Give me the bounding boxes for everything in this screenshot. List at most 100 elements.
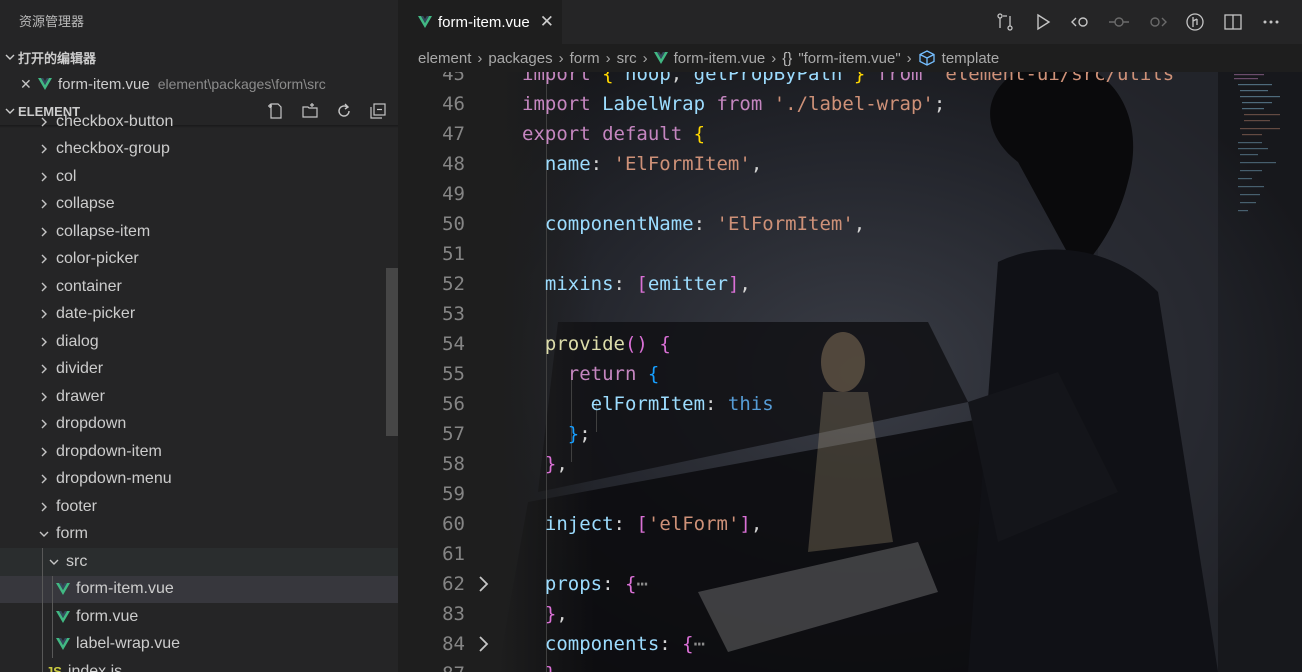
code-line: }, (522, 659, 1302, 672)
tree-file[interactable]: JS index.js (0, 658, 398, 672)
go-back-icon[interactable] (1070, 11, 1092, 33)
tree-folder[interactable]: dialog (0, 328, 398, 356)
tab-form-item[interactable]: form-item.vue ✕ (398, 0, 562, 44)
indent-guide (42, 658, 43, 672)
code-line: components: {⋯ (544, 633, 706, 655)
tree-file[interactable]: label-wrap.vue (0, 630, 398, 658)
tree-item-label: form.vue (76, 607, 139, 625)
cube-icon (919, 50, 935, 66)
tree-folder[interactable]: dropdown-menu (0, 466, 398, 494)
compare-changes-icon[interactable] (994, 11, 1016, 33)
breadcrumb: element › packages › form › src › form-i… (398, 44, 1302, 72)
chevron-right-icon: › (771, 49, 777, 67)
code-lines: import { noop, getPropByPath } from 'ele… (522, 72, 1302, 672)
fold-chevron-icon[interactable] (476, 629, 490, 659)
tree-folder[interactable]: col (0, 163, 398, 191)
editor-scrollbar[interactable] (1288, 72, 1302, 672)
code-line: import LabelWrap from './label-wrap'; (522, 93, 946, 115)
open-editors-label: 打开的编辑器 (18, 50, 97, 66)
breadcrumb-template[interactable]: template (942, 50, 1000, 67)
tree-item-label: dropdown-item (56, 442, 162, 460)
tree-folder[interactable]: color-picker (0, 246, 398, 274)
open-editor-path: element\packages\form\src (157, 76, 326, 92)
line-number: 52 (442, 273, 465, 295)
tree-item-label: drawer (56, 387, 105, 405)
chevron-right-icon: › (906, 49, 912, 67)
chevron-right-icon (36, 143, 52, 155)
breadcrumb-symbol[interactable]: "form-item.vue" (798, 50, 900, 67)
line-number: 48 (442, 153, 465, 175)
fold-chevron-icon[interactable] (476, 569, 490, 599)
sidebar-scrollbar[interactable] (386, 268, 398, 436)
tree-folder[interactable]: dropdown (0, 411, 398, 439)
open-editor-name: form-item.vue (58, 75, 150, 93)
code-line: }; (567, 423, 591, 445)
open-editor-item[interactable]: ✕ form-item.vue element\packages\form\sr… (0, 70, 398, 98)
line-number: 53 (442, 303, 465, 325)
breadcrumb-item[interactable]: src (617, 50, 637, 67)
indent-guide (42, 630, 43, 658)
tree-folder[interactable]: date-picker (0, 301, 398, 329)
timeline-dot-icon[interactable] (1108, 11, 1130, 33)
split-editor-icon[interactable] (1222, 11, 1244, 33)
js-file-icon: JS (46, 664, 62, 672)
close-icon[interactable]: ✕ (540, 12, 554, 32)
breadcrumb-item[interactable]: element (418, 50, 471, 67)
tree-item-label: divider (56, 360, 104, 378)
tree-item-label: form (56, 525, 88, 543)
tree-file[interactable]: form-item.vue (0, 575, 398, 603)
code-line: componentName: 'ElFormItem', (544, 213, 866, 235)
tree-folder[interactable]: src (0, 548, 398, 576)
tree-folder[interactable]: collapse (0, 191, 398, 219)
tree-item-label: container (56, 277, 122, 295)
code-line: inject: ['elForm'], (544, 513, 763, 535)
tree-folder[interactable]: checkbox-button (0, 112, 398, 136)
fold-ellipsis: ⋯ (693, 633, 706, 655)
tree-folder[interactable]: form (0, 521, 398, 549)
tree-item-label: dropdown-menu (56, 470, 172, 488)
run-icon[interactable] (1032, 11, 1054, 33)
indent-guide (42, 603, 43, 631)
source-control-icon[interactable] (1184, 11, 1206, 33)
tree-item-label: dialog (56, 332, 99, 350)
code-line: props: {⋯ (544, 573, 648, 595)
chevron-right-icon: › (605, 49, 611, 67)
more-actions-icon[interactable] (1260, 11, 1282, 33)
tree-folder[interactable]: dropdown-item (0, 438, 398, 466)
indent-guide (42, 575, 43, 603)
tree-item-label: index.js (67, 662, 123, 672)
indent-guide (52, 575, 53, 603)
line-number: 55 (442, 363, 465, 385)
code-line: mixins: [emitter], (544, 273, 751, 295)
tree-folder[interactable]: checkbox-group (0, 136, 398, 164)
tree-folder[interactable]: drawer (0, 383, 398, 411)
line-number: 54 (442, 333, 465, 355)
tree-item-label: src (66, 552, 88, 570)
chevron-right-icon (36, 116, 52, 128)
breadcrumb-item[interactable]: packages (488, 50, 552, 67)
breadcrumb-file[interactable]: form-item.vue (674, 50, 766, 67)
vue-file-icon (56, 638, 70, 651)
go-forward-icon[interactable] (1146, 11, 1168, 33)
close-icon[interactable]: ✕ (20, 76, 38, 93)
tree-file[interactable]: form.vue (0, 603, 398, 631)
tree-folder[interactable]: collapse-item (0, 218, 398, 246)
line-number: 57 (442, 423, 465, 445)
tree-folder[interactable]: footer (0, 493, 398, 521)
open-editors-header[interactable]: 打开的编辑器 (0, 44, 398, 70)
chevron-right-icon (36, 446, 52, 458)
tree-folder[interactable]: container (0, 273, 398, 301)
minimap[interactable] (1234, 72, 1294, 232)
chevron-right-icon (36, 226, 52, 238)
file-tree: checkbox-button checkbox-group col collapse… (0, 112, 398, 672)
tree-folder[interactable]: divider (0, 356, 398, 384)
code-area[interactable]: 45 46 47 48 49 50 51 52 53 54 55 56 57 58 59 60 61 62 83 84… (398, 72, 1302, 672)
line-number: 60 (442, 513, 465, 535)
code-line: name: 'ElFormItem', (544, 153, 763, 175)
tree-item-label: checkbox-button (56, 112, 174, 130)
breadcrumb-item[interactable]: form (570, 50, 600, 67)
chevron-right-icon (36, 363, 52, 375)
